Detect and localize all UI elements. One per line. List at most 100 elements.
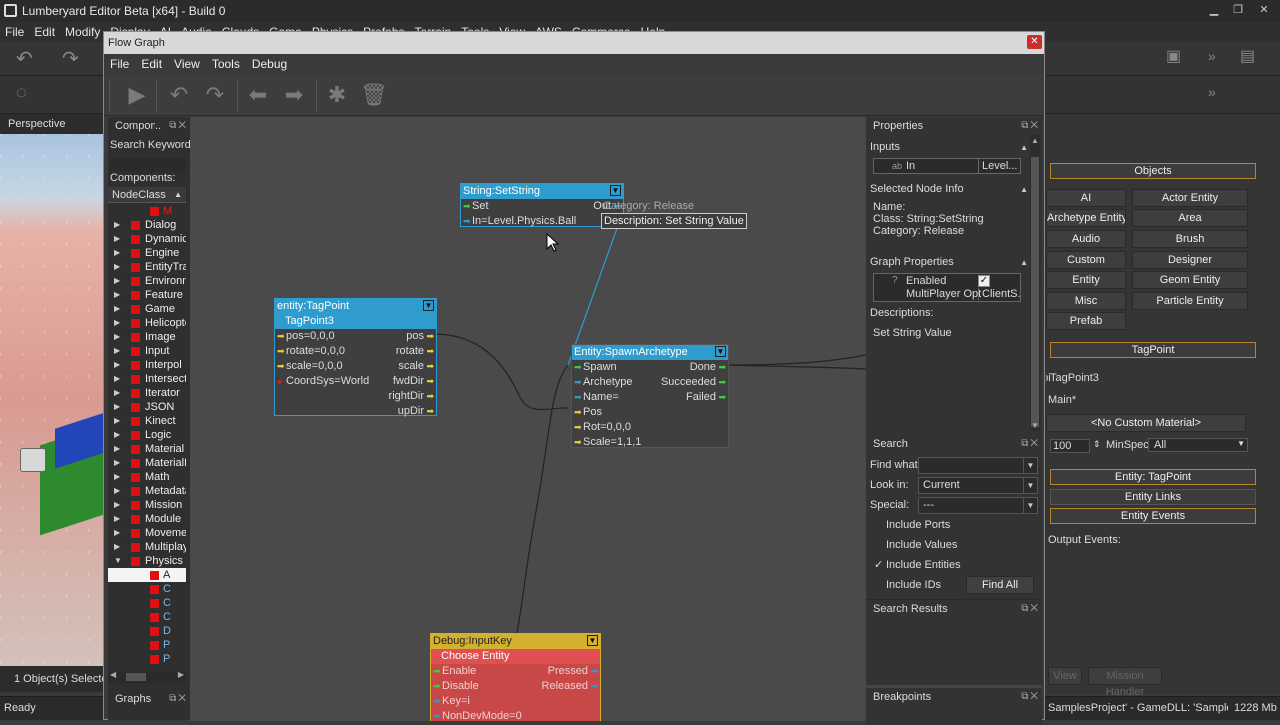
viewport-label[interactable]: Perspective	[8, 118, 65, 130]
menu-file[interactable]: File	[0, 22, 29, 42]
port-released[interactable]: Released	[542, 679, 588, 694]
include-ports-checkbox[interactable]: Include Ports	[886, 519, 950, 531]
horizontal-scrollbar[interactable]: ◀ ▶	[108, 670, 186, 683]
object-btn-particle-entity[interactable]: Particle Entity	[1132, 292, 1248, 310]
node-entity-tagpoint[interactable]: entity:TagPoint ▼ TagPoint3 ➡ pos=0,0,0 pos…	[274, 298, 437, 419]
list-item[interactable]: ▶Helicopter	[108, 316, 186, 330]
perspective-viewport[interactable]	[0, 134, 103, 666]
node-dropdown-icon[interactable]: ▼	[423, 300, 434, 311]
port-updir-out[interactable]: upDir	[398, 404, 424, 419]
node-debug-inputkey[interactable]: Debug:InputKey ▼ Choose Entity ➡ Enable Pre…	[430, 633, 601, 721]
port-arrow-icon[interactable]: ➡	[433, 694, 441, 709]
look-in-combo[interactable]: Current ▼	[918, 477, 1038, 494]
tagpoint-header[interactable]: TagPoint	[1050, 342, 1256, 358]
list-item[interactable]: ▶Multiplayer	[108, 540, 186, 554]
port-dot-icon[interactable]: ●	[277, 374, 282, 389]
panel-float-close-icon[interactable]: ⧉✕	[1021, 691, 1040, 702]
mission-handler-button[interactable]: Mission Handler	[1088, 667, 1162, 698]
object-btn-archetype-entity[interactable]: Archetype Entity	[1046, 209, 1126, 227]
port-arrow-icon[interactable]: ➡	[574, 375, 582, 390]
undo-icon[interactable]: ↶	[16, 46, 33, 71]
port-arrow-icon[interactable]: ➡	[433, 679, 441, 694]
list-item[interactable]: C	[108, 610, 186, 624]
find-what-combo[interactable]: ▼	[918, 457, 1038, 474]
port-failed[interactable]: Failed	[686, 390, 716, 405]
fg-menu-debug[interactable]: Debug	[246, 54, 293, 74]
collapse-icon[interactable]: ▲	[1020, 258, 1028, 267]
port-arrow-icon[interactable]: ➡	[426, 374, 434, 389]
port-pressed[interactable]: Pressed	[548, 664, 588, 679]
port-arrow-icon[interactable]: ➡	[574, 435, 582, 450]
port-arrow-icon[interactable]: ➡	[463, 199, 471, 214]
fg-menu-file[interactable]: File	[104, 54, 135, 74]
node-dropdown-icon[interactable]: ▼	[715, 346, 726, 357]
port-rotate[interactable]: rotate=0,0,0	[275, 345, 345, 357]
port-arrow-icon[interactable]: ➡	[426, 344, 434, 359]
list-item[interactable]: ▶Environment	[108, 274, 186, 288]
fg-menu-edit[interactable]: Edit	[135, 54, 168, 74]
port-arrow-icon[interactable]: ➡	[590, 679, 598, 694]
port-arrow-icon[interactable]: ➡	[426, 389, 434, 404]
port-scale-out[interactable]: scale	[398, 359, 424, 374]
nodeclass-column-header[interactable]: NodeClass ▲	[108, 187, 186, 203]
fg-menu-view[interactable]: View	[168, 54, 206, 74]
port-pos-out[interactable]: pos	[406, 329, 424, 344]
object-btn-prefab[interactable]: Prefab	[1046, 312, 1126, 330]
play-icon[interactable]: ▶	[124, 82, 150, 108]
list-item[interactable]: ▶ Interpol	[108, 358, 186, 372]
panel-float-close-icon[interactable]: ⧉✕	[169, 120, 188, 131]
forward-arrow-icon[interactable]: ➡	[281, 82, 307, 108]
collapse-icon[interactable]: ▲	[1020, 143, 1028, 152]
enabled-checkbox[interactable]: ✓	[978, 275, 990, 287]
object-btn-geom-entity[interactable]: Geom Entity	[1132, 271, 1248, 289]
entity-tagpoint-header[interactable]: Entity: TagPoint	[1050, 469, 1256, 485]
list-item[interactable]: ▶ Material	[108, 442, 186, 456]
port-arrow-icon[interactable]: ➡	[433, 709, 441, 721]
book-icon[interactable]: ▤	[1240, 46, 1255, 66]
collapse-icon[interactable]: ▲	[1020, 185, 1028, 194]
spin-icon[interactable]: ⇕	[1093, 439, 1101, 450]
special-combo[interactable]: --- ▼	[918, 497, 1038, 514]
list-item[interactable]: ▶ Image	[108, 330, 186, 344]
view-distance-ratio-field[interactable]: 100	[1050, 439, 1090, 453]
object-btn-entity[interactable]: Entity	[1046, 271, 1126, 289]
view-button[interactable]: View	[1048, 667, 1082, 685]
port-scale[interactable]: Scale=1,1,1	[572, 436, 641, 448]
port-done[interactable]: Done	[690, 360, 716, 375]
port-arrow-icon[interactable]: ➡	[574, 420, 582, 435]
list-item[interactable]: ▶Movement	[108, 526, 186, 540]
object-btn-ai[interactable]: AI	[1046, 189, 1126, 207]
port-arrow-icon[interactable]: ➡	[463, 214, 471, 229]
port-arrow-icon[interactable]: ➡	[277, 359, 285, 374]
graph-properties-header[interactable]: Graph Properties	[870, 256, 954, 268]
list-item[interactable]: P	[108, 638, 186, 652]
search-keyword-input[interactable]	[110, 158, 186, 172]
back-arrow-icon[interactable]: ⬅	[245, 82, 271, 108]
more-tools-icon[interactable]: »	[1208, 84, 1216, 100]
debug-bug-icon[interactable]: ✱	[324, 82, 350, 108]
object-btn-designer[interactable]: Designer	[1132, 251, 1248, 269]
port-arrow-icon[interactable]: ➡	[718, 390, 726, 405]
node-entity-row[interactable]: TagPoint3	[275, 314, 436, 329]
undo-icon[interactable]: ↶	[166, 82, 192, 108]
redo-icon[interactable]: ↷	[62, 46, 79, 71]
fg-menu-tools[interactable]: Tools	[206, 54, 246, 74]
port-arrow-icon[interactable]: ➡	[426, 359, 434, 374]
port-arrow-icon[interactable]: ➡	[590, 664, 598, 679]
flowgraph-tool-icon[interactable]: ▣	[1166, 46, 1181, 66]
port-arrow-icon[interactable]: ➡	[426, 404, 434, 419]
list-item[interactable]: ▶Intersection	[108, 372, 186, 386]
input-in-row[interactable]: ab In Level...	[873, 158, 1021, 174]
object-btn-misc[interactable]: Misc	[1046, 292, 1126, 310]
port-coordsys[interactable]: CoordSys=World	[275, 375, 369, 387]
maximize-icon[interactable]: ❐	[1226, 2, 1250, 18]
menu-edit[interactable]: Edit	[29, 22, 60, 42]
node-string-setstring[interactable]: String:SetString ▼ ➡ Set Out ➡ ➡ In=Level.Phy…	[460, 183, 624, 227]
objects-header[interactable]: Objects	[1050, 163, 1256, 179]
node-dropdown-icon[interactable]: ▼	[610, 185, 621, 196]
port-arrow-icon[interactable]: ➡	[574, 390, 582, 405]
selected-node-info-header[interactable]: Selected Node Info	[870, 183, 964, 195]
node-entity-spawnarchetype[interactable]: Entity:SpawnArchetype ▼ ➡ Spawn Done ➡ ➡ Arch…	[571, 344, 729, 448]
list-item[interactable]: ▶ Dynamic	[108, 232, 186, 246]
port-scale[interactable]: scale=0,0,0	[275, 360, 343, 372]
